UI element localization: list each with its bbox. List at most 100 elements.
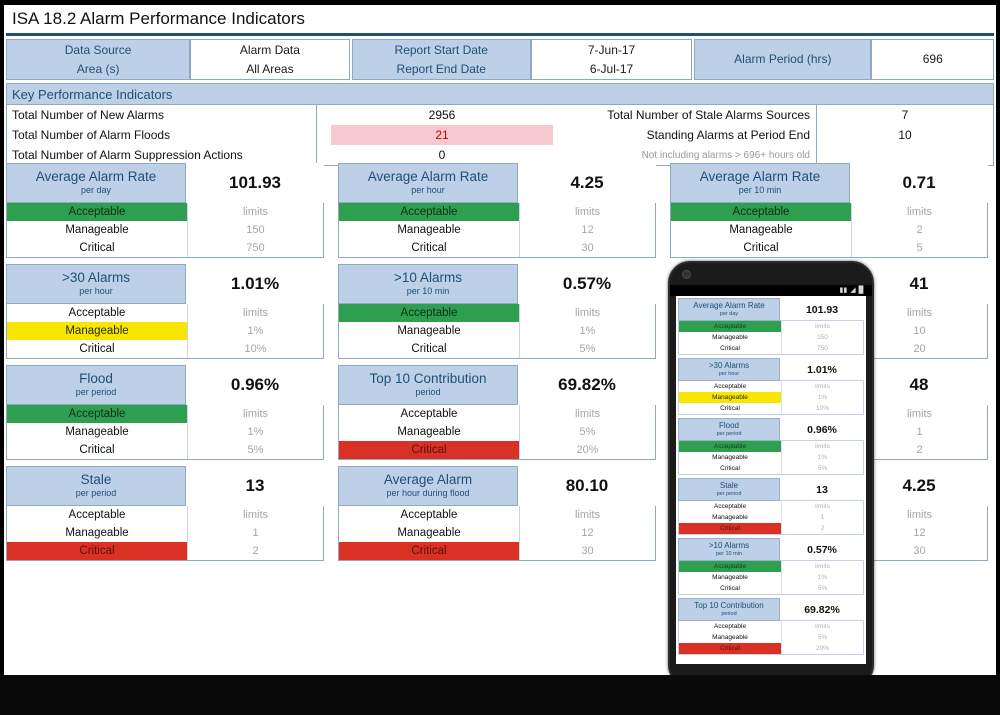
- phone-kpi-card[interactable]: Top 10 Contribution period 69.82% Acceptabl…: [678, 598, 864, 655]
- phone-kpi-value: 0.57%: [807, 543, 837, 556]
- kpi-card[interactable]: Average Alarm per hour during flood 80.10 A…: [338, 466, 656, 561]
- phone-kpi-limit-value: 1%: [817, 574, 828, 581]
- phone-kpi-body: Acceptable Manageable Critical limits 1% 5%: [678, 440, 864, 475]
- kpi-card-subtitle: per period: [75, 386, 117, 397]
- kpi-card-limits: limits 1% 10%: [187, 304, 323, 358]
- kpi-card-body: Acceptable Manageable Critical limits 1% 5%: [6, 404, 324, 460]
- alarm-period-value-text: 696: [922, 52, 943, 67]
- kpi-level-manageable: Manageable: [397, 224, 461, 236]
- phone-kpi-body: Acceptable Manageable Critical limits 5% 20%: [678, 620, 864, 655]
- kpi-card[interactable]: Top 10 Contribution period 69.82% Acceptabl…: [338, 365, 656, 460]
- kpi-level-manageable: Manageable: [729, 224, 793, 236]
- phone-kpi-card-header: Top 10 Contribution period 69.82%: [678, 598, 864, 621]
- kpi-level-manageable: Manageable: [7, 322, 187, 340]
- phone-kpi-card[interactable]: Average Alarm Rate per day 101.93 Acceptabl…: [678, 298, 864, 355]
- phone-kpi-title: Top 10 Contribution: [694, 600, 764, 610]
- phone-kpi-body: Acceptable Manageable Critical limits 1% 10%: [678, 380, 864, 415]
- signal-icon: ▮▮: [839, 287, 848, 294]
- kpi-level-critical: Critical: [79, 444, 115, 456]
- kpi-card[interactable]: >30 Alarms per hour 1.01% Acceptable Managea…: [6, 264, 324, 359]
- kpi-limit-value: 1%: [579, 325, 596, 337]
- kpi-level-acceptable: Acceptable: [400, 408, 458, 420]
- kpi-card-header: Average Alarm Rate per hour 4.25: [338, 163, 656, 203]
- kpi-card[interactable]: Stale per period 13 Acceptable Manageable Cri…: [6, 466, 324, 561]
- kpi-card[interactable]: Average Alarm Rate per hour 4.25 Acceptable…: [338, 163, 656, 258]
- phone-kpi-limit-value: 1%: [817, 454, 828, 461]
- kpi-limit-value: 5: [916, 242, 923, 254]
- report-end-date-label: Report End Date: [396, 61, 486, 76]
- data-source-value[interactable]: Alarm Data All Areas: [190, 39, 350, 80]
- kpi-card-title: Flood: [79, 371, 113, 387]
- kpi-card-title-box: Average Alarm Rate per day: [6, 163, 186, 203]
- kpi-limit-value: limits: [242, 509, 269, 521]
- kpi-card-limits: limits 12 30: [519, 203, 655, 257]
- phone-camera-icon: [682, 269, 691, 279]
- kpi-card[interactable]: Average Alarm Rate per day 101.93 Acceptabl…: [6, 163, 324, 258]
- kpi-card[interactable]: Average Alarm Rate per 10 min 0.71 Acceptab…: [670, 163, 988, 258]
- kpi-limit-value: 750: [246, 242, 265, 254]
- kpi-limit-value: 20%: [576, 444, 599, 456]
- phone-kpi-limits: limits 1% 10%: [781, 381, 863, 414]
- phone-kpi-card[interactable]: Flood per period 0.96% Acceptable Manageable…: [678, 418, 864, 475]
- phone-status-bar: ▮▮ ◢ ▉: [670, 285, 872, 296]
- phone-kpi-title: Average Alarm Rate: [693, 300, 765, 310]
- card-column-gap: [656, 163, 670, 258]
- kpi-card[interactable]: >10 Alarms per 10 min 0.57% Acceptable Manag…: [338, 264, 656, 359]
- kpi-level-acceptable: Acceptable: [7, 203, 187, 221]
- kpi-level-critical: Critical: [743, 242, 779, 254]
- phone-kpi-card[interactable]: Stale per period 13 Acceptable Manageable Cri…: [678, 478, 864, 535]
- data-source-label: Data Source Area (s): [6, 39, 191, 80]
- phone-screen[interactable]: Average Alarm Rate per day 101.93 Acceptabl…: [676, 296, 866, 664]
- phone-kpi-card[interactable]: >30 Alarms per hour 1.01% Acceptable Managea…: [678, 358, 864, 415]
- phone-kpi-limit-value: 5%: [817, 465, 828, 472]
- kpi-card-title: >10 Alarms: [394, 270, 462, 286]
- kpi-left-labels: Total Number of New Alarms Total Number …: [7, 105, 317, 165]
- kpi-limit-value: 2: [916, 224, 923, 236]
- battery-icon: ▉: [858, 287, 864, 294]
- kpi-limit-value: 1%: [247, 325, 264, 337]
- card-column-gap: [324, 264, 338, 359]
- kpi-limit-value: limits: [574, 307, 601, 319]
- data-source-label-bottom: Area (s): [76, 61, 120, 76]
- data-source-value-top: Alarm Data: [239, 42, 300, 57]
- kpi-limit-value: 12: [581, 224, 594, 236]
- kpi-label-new-alarms: Total Number of New Alarms: [7, 105, 317, 125]
- phone-mockup: ▮▮ ◢ ▉ Average Alarm Rate per day 101.93 Ac…: [668, 261, 874, 687]
- phone-kpi-card[interactable]: >10 Alarms per 10 min 0.57% Acceptable Manag…: [678, 538, 864, 595]
- kpi-card-subtitle: per hour: [411, 184, 445, 195]
- kpi-card-levels: Acceptable Manageable Critical: [671, 203, 851, 257]
- kpi-band-title: Key Performance Indicators: [6, 83, 994, 105]
- kpi-card-value: 13: [186, 466, 324, 506]
- kpi-level-manageable: Manageable: [397, 527, 461, 539]
- kpi-card-levels: Acceptable Manageable Critical: [339, 405, 519, 459]
- kpi-level-acceptable: Acceptable: [339, 203, 519, 221]
- kpi-level-acceptable: Acceptable: [68, 307, 126, 319]
- phone-kpi-title-box: Average Alarm Rate per day: [678, 298, 780, 321]
- kpi-level-critical: Critical: [339, 542, 519, 560]
- card-column-gap: [324, 365, 338, 460]
- phone-kpi-title: Flood: [718, 420, 739, 430]
- phone-kpi-level-manageable: Manageable: [712, 634, 748, 641]
- kpi-value-suppression-actions: 0: [438, 148, 446, 162]
- kpi-limit-value: 1: [252, 527, 259, 539]
- phone-kpi-levels: Acceptable Manageable Critical: [679, 501, 781, 534]
- kpi-label-standing-alarms: Standing Alarms at Period End: [567, 125, 817, 145]
- phone-kpi-limit-value: 1%: [817, 394, 828, 401]
- phone-kpi-title-box: Top 10 Contribution period: [678, 598, 780, 621]
- kpi-limit-value: 12: [581, 527, 594, 539]
- kpi-card[interactable]: Flood per period 0.96% Acceptable Manageable…: [6, 365, 324, 460]
- alarm-period-value[interactable]: 696: [871, 39, 994, 80]
- kpi-card-body: Acceptable Manageable Critical limits 5% 20%: [338, 404, 656, 460]
- phone-kpi-subtitle: per period: [716, 490, 742, 497]
- wifi-icon: ◢: [850, 287, 856, 294]
- kpi-level-critical: Critical: [79, 343, 115, 355]
- report-start-date-value: 7-Jun-17: [587, 42, 636, 57]
- phone-kpi-title: >30 Alarms: [708, 360, 750, 370]
- kpi-limit-value: 5%: [579, 426, 596, 438]
- kpi-right-values: 7 10: [817, 105, 993, 165]
- kpi-card-title: Average Alarm Rate: [367, 169, 489, 185]
- kpi-card-limits: limits 150 750: [187, 203, 323, 257]
- phone-kpi-level-acceptable: Acceptable: [679, 561, 781, 572]
- phone-kpi-title: Stale: [719, 480, 739, 490]
- report-dates-value[interactable]: 7-Jun-17 6-Jul-17: [530, 39, 693, 80]
